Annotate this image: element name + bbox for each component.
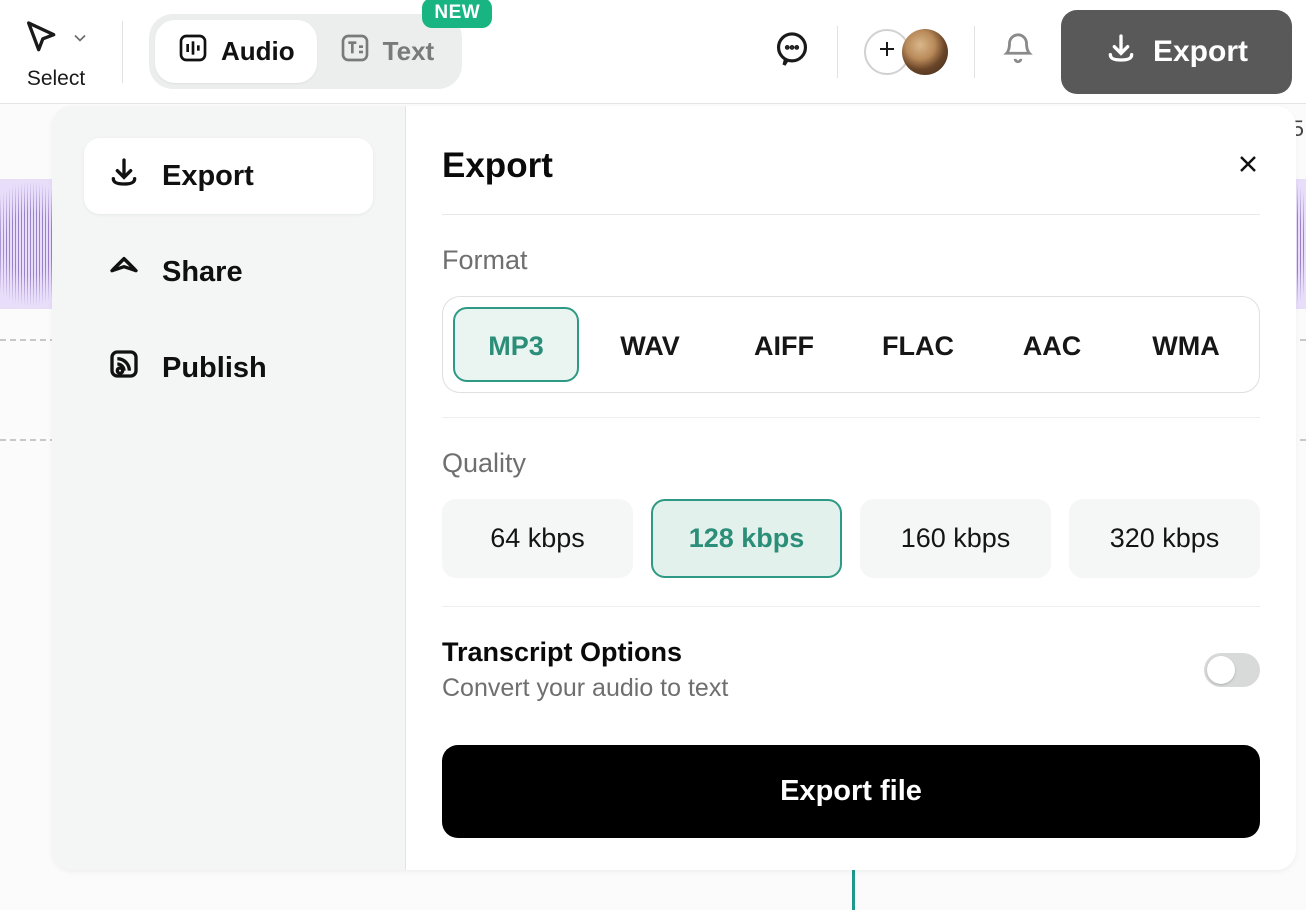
sidebar-item-publish[interactable]: Publish — [84, 330, 373, 406]
divider — [974, 26, 975, 78]
format-section-label: Format — [442, 245, 1260, 276]
chat-button[interactable] — [773, 30, 811, 73]
format-option-mp3[interactable]: MP3 — [453, 307, 579, 382]
quality-options: 64 kbps 128 kbps 160 kbps 320 kbps — [442, 499, 1260, 578]
select-tool[interactable]: Select — [8, 12, 96, 91]
transcript-toggle[interactable] — [1204, 653, 1260, 687]
export-file-button[interactable]: Export file — [442, 745, 1260, 838]
avatar[interactable] — [902, 29, 948, 75]
close-icon — [1236, 163, 1260, 180]
waveform-icon — [177, 32, 209, 71]
format-option-wma[interactable]: WMA — [1123, 307, 1249, 382]
export-button-label: Export — [1153, 35, 1248, 69]
download-icon — [1105, 32, 1137, 72]
transcript-title: Transcript Options — [442, 637, 728, 668]
format-options: MP3 WAV AIFF FLAC AAC WMA — [442, 296, 1260, 393]
download-icon — [108, 156, 140, 196]
divider — [837, 26, 838, 78]
mode-text-button[interactable]: Text — [317, 20, 457, 83]
bell-icon — [1001, 32, 1035, 71]
format-option-wav[interactable]: WAV — [587, 307, 713, 382]
playhead[interactable] — [852, 870, 855, 910]
rss-icon — [108, 348, 140, 388]
export-modal-main: Export Format MP3 WAV AIFF FLAC AAC WMA … — [406, 106, 1296, 870]
sidebar-item-label: Export — [162, 160, 254, 193]
format-option-aiff[interactable]: AIFF — [721, 307, 847, 382]
sidebar-item-share[interactable]: Share — [84, 234, 373, 310]
transcript-description: Convert your audio to text — [442, 674, 728, 703]
select-tool-label: Select — [27, 67, 85, 91]
export-modal: Export Share Publish Export Format — [52, 106, 1296, 870]
sidebar-item-label: Share — [162, 256, 243, 289]
sidebar-item-label: Publish — [162, 352, 267, 385]
mode-audio-label: Audio — [221, 36, 295, 67]
quality-option-128[interactable]: 128 kbps — [651, 499, 842, 578]
sidebar-item-export[interactable]: Export — [84, 138, 373, 214]
notifications-button[interactable] — [1001, 32, 1035, 71]
modal-title: Export — [442, 146, 553, 186]
share-icon — [108, 252, 140, 292]
speech-bubble-icon — [773, 30, 811, 73]
close-button[interactable] — [1236, 152, 1260, 181]
cursor-icon — [22, 18, 62, 63]
top-toolbar: Select Audio Text NEW — [0, 0, 1306, 104]
toggle-knob — [1207, 656, 1235, 684]
waveform-clip[interactable] — [0, 179, 60, 309]
quality-option-160[interactable]: 160 kbps — [860, 499, 1051, 578]
format-option-aac[interactable]: AAC — [989, 307, 1115, 382]
chevron-down-icon — [70, 28, 90, 53]
mode-text-label: Text — [383, 36, 435, 67]
new-badge: NEW — [422, 0, 492, 28]
quality-option-320[interactable]: 320 kbps — [1069, 499, 1260, 578]
format-option-flac[interactable]: FLAC — [855, 307, 981, 382]
plus-icon — [875, 37, 899, 66]
mode-toggle: Audio Text NEW — [149, 14, 462, 89]
quality-section-label: Quality — [442, 448, 1260, 479]
divider — [122, 21, 123, 83]
quality-option-64[interactable]: 64 kbps — [442, 499, 633, 578]
export-modal-sidebar: Export Share Publish — [52, 106, 406, 870]
text-icon — [339, 32, 371, 71]
mode-audio-button[interactable]: Audio — [155, 20, 317, 83]
export-button[interactable]: Export — [1061, 10, 1292, 94]
